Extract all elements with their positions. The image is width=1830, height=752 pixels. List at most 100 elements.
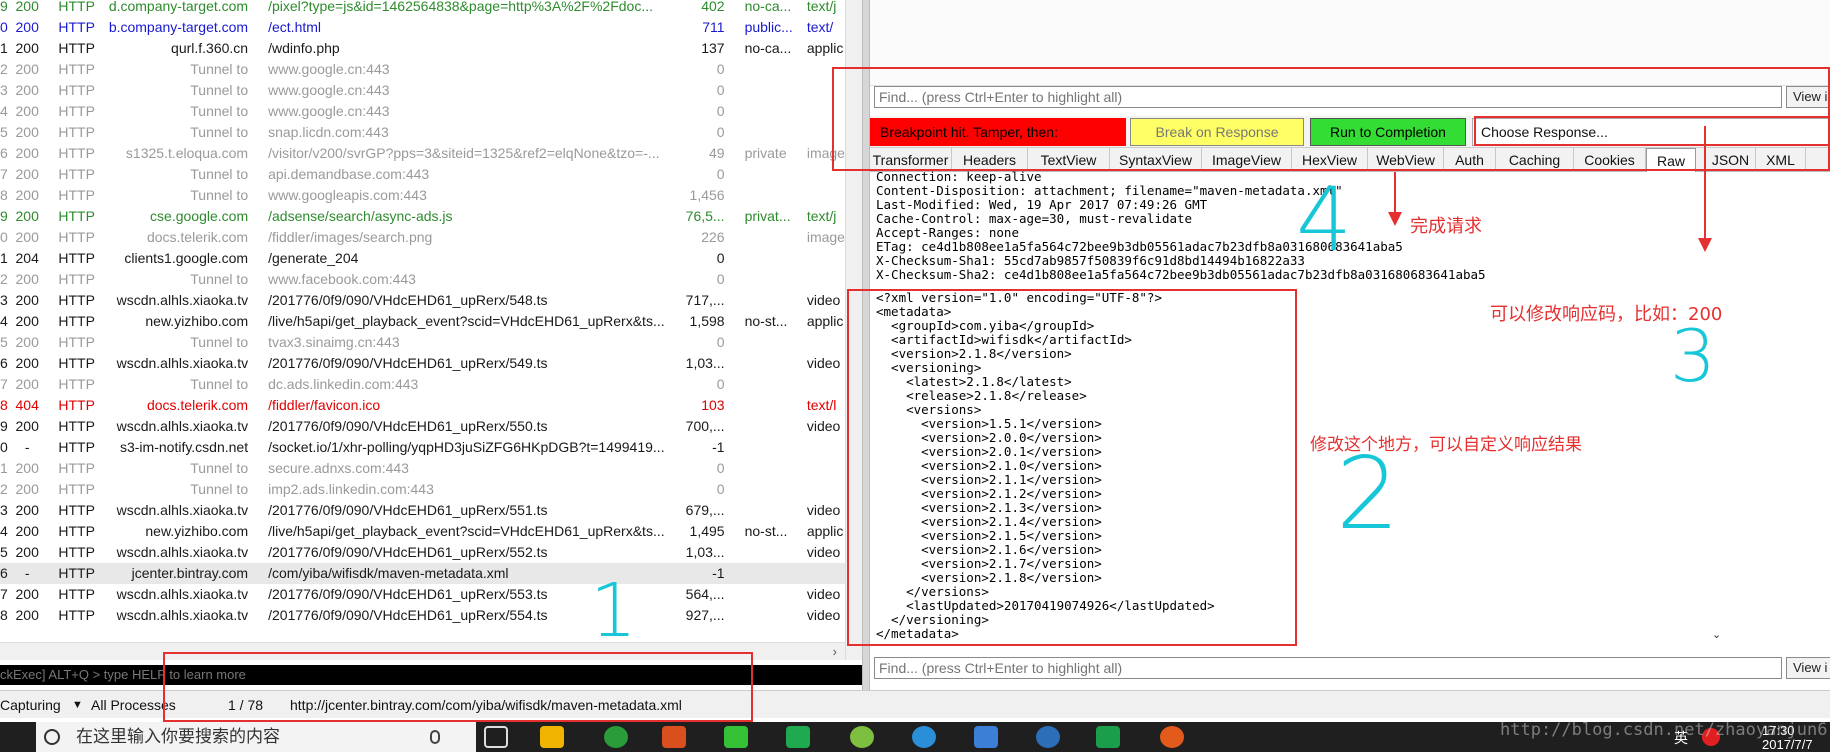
session-result: 200 [15,292,39,308]
find-input-bottom[interactable] [874,657,1782,679]
app-icon[interactable] [786,726,810,748]
session-row[interactable]: 0- HTTP s3-im-notify.csdn.net/socket.io/1/… [0,437,845,458]
session-row[interactable]: 8 200 HTTP Tunnel to www.googleapis.com:443 1… [0,185,845,206]
pane-splitter[interactable] [862,0,870,690]
session-row[interactable]: 7 200 HTTP Tunnel to dc.ads.linkedin.com:443… [0,374,845,395]
response-body-editor[interactable]: <?xml version="1.0" encoding="UTF-8"?> <… [876,291,1316,641]
session-caching [730,563,793,584]
session-url: www.google.cn:443 [268,82,390,98]
scroll-down-icon[interactable]: ⌄ [1712,628,1721,641]
session-caching [731,248,793,269]
session-result: 200 [15,607,39,623]
session-url: dc.ads.linkedin.com:443 [268,376,419,392]
session-row[interactable]: 5 200 HTTP Tunnel to tvax3.sinaimg.cn:443 0 [0,332,845,353]
session-host: d.company-target.com [108,0,249,14]
session-row[interactable]: 2 200 HTTP Tunnel to imp2.ads.linkedin.com:4… [0,479,845,500]
break-on-response-button[interactable]: Break on Response [1130,118,1304,146]
session-row[interactable]: 2 200 HTTP Tunnel to www.facebook.com:443 0 [0,269,845,290]
session-url: www.facebook.com:443 [268,271,416,287]
tab-raw[interactable]: Raw [1646,148,1696,172]
session-row[interactable]: 9 200 HTTP cse.google.com/adsense/search/as… [0,206,845,227]
session-protocol: HTTP [58,397,95,413]
session-row[interactable]: 6 200 HTTP s1325.t.eloqua.com/visitor/v200/… [0,143,845,164]
session-row[interactable]: 0 200 HTTP b.company-target.com/ect.html 711… [0,17,845,38]
session-row[interactable]: 4 200 HTTP Tunnel to www.google.cn:443 0 [0,101,845,122]
session-host: new.yizhibo.com [145,313,249,329]
process-filter[interactable]: All Processes [91,691,176,719]
session-row[interactable]: 6- HTTP jcenter.bintray.com/com/yiba/wifis… [0,563,845,584]
browser-icon[interactable] [604,726,628,748]
quickexec-input[interactable]: ckExec] ALT+Q > type HELP to learn more [0,665,862,685]
session-caching [731,605,793,626]
tool-icon[interactable] [1160,726,1184,748]
session-url: tvax3.sinaimg.cn:443 [268,334,400,350]
session-list-vertical-scrollbar[interactable] [845,0,862,660]
session-result: 200 [15,145,39,161]
session-row[interactable]: 9 200 HTTP d.company-target.com/pixel?type=… [0,0,845,17]
session-row[interactable]: 7 200 HTTP wscdn.alhls.xiaoka.tv/201776/0f9… [0,584,845,605]
view-in-notepad-button[interactable]: View i [1786,86,1830,108]
find-input-top[interactable] [874,86,1782,108]
session-row[interactable]: 3 200 HTTP wscdn.alhls.xiaoka.tv/201776/0f9… [0,500,845,521]
session-row[interactable]: 1 200 HTTP qurl.f.360.cn/wdinfo.php 137 no-ca… [0,38,845,59]
session-row[interactable]: 9 200 HTTP wscdn.alhls.xiaoka.tv/201776/0f9… [0,416,845,437]
tab-auth[interactable]: Auth [1444,148,1496,172]
android-studio-icon[interactable] [850,726,874,748]
capturing-toggle[interactable]: Capturing [0,691,61,719]
session-content-type [793,122,845,143]
session-list-horizontal-scrollbar[interactable]: › [0,642,845,660]
task-view-icon[interactable] [484,726,508,748]
tab-cookies[interactable]: Cookies [1574,148,1646,172]
microphone-icon[interactable] [430,730,440,744]
session-row[interactable]: 3 200 HTTP Tunnel to www.google.cn:443 0 [0,80,845,101]
sublime-icon[interactable] [662,726,686,748]
arrow-choose-line [1704,126,1706,240]
session-host: docs.telerik.com [146,397,249,413]
tab-json[interactable]: JSON [1706,148,1756,172]
fiddler-icon[interactable] [1096,726,1120,748]
tab-transformer[interactable]: Transformer [870,148,952,172]
iqiyi-icon[interactable] [724,726,748,748]
tab-headers[interactable]: Headers [952,148,1028,172]
session-body-size: 137 [701,40,725,56]
session-row[interactable]: 5 200 HTTP Tunnel to snap.licdn.com:443 0 [0,122,845,143]
session-row[interactable]: 2 200 HTTP Tunnel to www.google.cn:443 0 [0,59,845,80]
notes-icon[interactable] [974,726,998,748]
session-row[interactable]: 6 200 HTTP wscdn.alhls.xiaoka.tv/201776/0f9… [0,353,845,374]
session-row[interactable]: 5 200 HTTP wscdn.alhls.xiaoka.tv/201776/0f9… [0,542,845,563]
scroll-right-icon[interactable]: › [833,643,837,660]
graduate-icon[interactable] [1036,726,1060,748]
session-row[interactable]: 8 200 HTTP wscdn.alhls.xiaoka.tv/201776/0f9… [0,605,845,626]
session-row[interactable]: 3 200 HTTP wscdn.alhls.xiaoka.tv/201776/0f9… [0,290,845,311]
session-row[interactable]: 4 200 HTTP new.yizhibo.com/live/h5api/get_p… [0,521,845,542]
tab-syntaxview[interactable]: SyntaxView [1110,148,1202,172]
session-host: s3-im-notify.csdn.net [119,439,249,455]
session-row[interactable]: 1 200 HTTP Tunnel to secure.adnxs.com:443 0 [0,458,845,479]
session-id: 8 [0,607,8,623]
session-body-size: 0 [716,124,725,140]
session-caching [731,164,793,185]
session-result: 200 [15,166,39,182]
tab-webview[interactable]: WebView [1368,148,1444,172]
choose-response-dropdown[interactable]: Choose Response... [1472,118,1830,146]
session-url: api.demandbase.com:443 [268,166,430,182]
session-protocol: HTTP [58,292,95,308]
session-row[interactable]: 1 204 HTTP clients1.google.com/generate_204… [0,248,845,269]
session-row[interactable]: 0 200 HTTP docs.telerik.com/fiddler/images/… [0,227,845,248]
session-row[interactable]: 4 200 HTTP new.yizhibo.com/live/h5api/get_p… [0,311,845,332]
file-explorer-icon[interactable] [540,726,564,748]
session-content-type: video [806,544,841,560]
session-row[interactable]: 7 200 HTTP Tunnel to api.demandbase.com:443 0 [0,164,845,185]
taskbar-search-box[interactable]: 在这里输入你要搜索的内容 [36,722,476,752]
tab-imageview[interactable]: ImageView [1202,148,1292,172]
session-url: snap.licdn.com:443 [268,124,389,140]
send-icon[interactable] [912,726,936,748]
tab-caching[interactable]: Caching [1496,148,1574,172]
session-row[interactable]: 8 404 HTTP docs.telerik.com/fiddler/favicon… [0,395,845,416]
tab-textview[interactable]: TextView [1028,148,1110,172]
session-content-type: text/ [806,19,834,35]
run-to-completion-button[interactable]: Run to Completion [1310,118,1466,146]
session-protocol: HTTP [58,313,95,329]
view-in-notepad-button-bottom[interactable]: View i [1786,657,1830,679]
tab-xml[interactable]: XML [1756,148,1806,172]
